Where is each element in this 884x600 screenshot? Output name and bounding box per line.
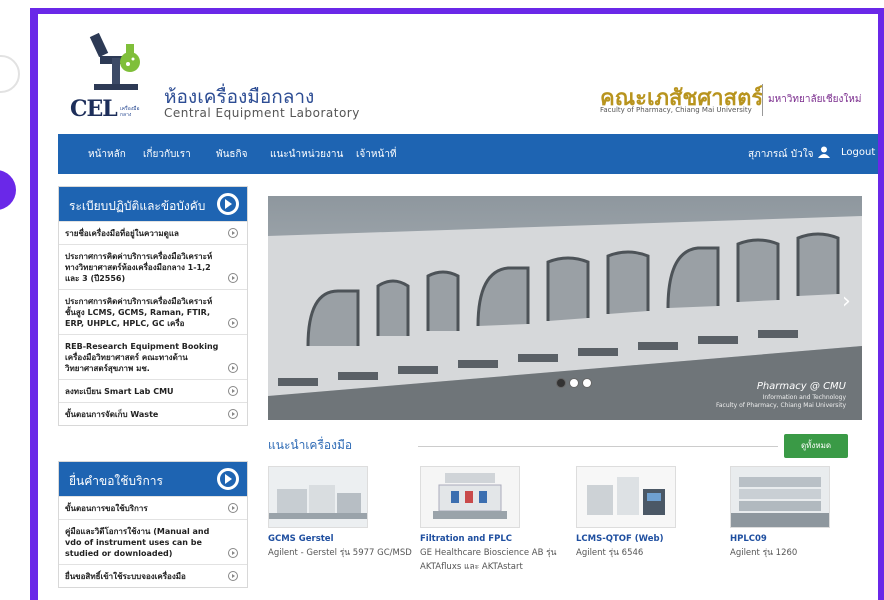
microscope-logo-icon bbox=[89, 32, 140, 90]
chevron-circle-icon bbox=[228, 273, 238, 283]
play-circle-icon[interactable] bbox=[217, 193, 239, 215]
main-content: › Pharmacy @ CMU Information and Technol… bbox=[258, 184, 866, 600]
sidebar-item-reb-booking[interactable]: REB-Research Equipment Booking เครื่องมื… bbox=[59, 334, 247, 379]
university-name: มหาวิทยาลัยเชียงใหม่ bbox=[768, 94, 862, 105]
nav-item-department[interactable]: แนะนำหน่วยงาน bbox=[270, 147, 343, 162]
sidebar-item-label: ลงทะเบียน Smart Lab CMU bbox=[65, 387, 174, 396]
nav-item-staff[interactable]: เจ้าหน้าที่ bbox=[356, 147, 397, 162]
slider-dot[interactable] bbox=[569, 378, 579, 388]
equipment-name[interactable]: LCMS-QTOF (Web) bbox=[576, 534, 726, 544]
sidebar-item-smart-lab[interactable]: ลงทะเบียน Smart Lab CMU bbox=[59, 379, 247, 402]
sidebar-item-label: รายชื่อเครื่องมือที่อยู่ในความดูแล bbox=[65, 229, 179, 238]
chevron-circle-icon bbox=[228, 503, 238, 513]
service-panel: ยื่นคำขอใช้บริการ ขั้นตอนการขอใช้บริการ … bbox=[58, 461, 248, 588]
sidebar-item-advanced-fee[interactable]: ประกาศการคิดค่าบริการเครื่องมือวิเคราะห์… bbox=[59, 289, 247, 334]
slider-dot[interactable] bbox=[556, 378, 566, 388]
chevron-circle-icon bbox=[228, 228, 238, 238]
view-all-button[interactable]: ดูทั้งหมด bbox=[784, 434, 848, 458]
equipment-card[interactable]: Filtration and FPLC GE Healthcare Biosci… bbox=[420, 466, 570, 574]
chevron-circle-icon bbox=[228, 363, 238, 373]
slide-subtitle-line-2: Faculty of Pharmacy, Chiang Mai Universi… bbox=[715, 402, 846, 409]
sidebar-item-label: คู่มือและวิดีโอการใช้งาน (Manual and vdo… bbox=[65, 527, 210, 558]
sidebar-item-equipment-list[interactable]: รายชื่อเครื่องมือที่อยู่ในความดูแล bbox=[59, 221, 247, 244]
equipment-desc: GE Healthcare Bioscience AB รุ่น AKTAflu… bbox=[420, 548, 557, 572]
equipment-card[interactable]: LCMS-QTOF (Web) Agilent รุ่น 6546 bbox=[576, 466, 726, 560]
site-header: CEL เครื่องมือ กลาง ห้องเครื่องมือกลาง C… bbox=[38, 14, 878, 130]
play-circle-icon[interactable] bbox=[217, 468, 239, 490]
equipment-card[interactable]: HPLC09 Agilent รุ่น 1260 bbox=[730, 466, 878, 560]
cel-logo[interactable]: CEL เครื่องมือ กลาง bbox=[70, 28, 162, 126]
equipment-thumbnail[interactable] bbox=[420, 466, 520, 528]
sidebar-item-fee-announcement[interactable]: ประกาศการคิดค่าบริการเครื่องมือวิเคราะห์… bbox=[59, 244, 247, 289]
nav-item-about[interactable]: เกี่ยวกับเรา bbox=[143, 147, 191, 162]
sidebar-item-label: ขั้นตอนการจัดเก็บ Waste bbox=[65, 410, 159, 419]
rules-panel-title: ระเบียบปฏิบัติและข้อบังคับ bbox=[69, 199, 206, 213]
equipment-card[interactable]: GCMS Gerstel Agilent - Gerstel รุ่น 5977… bbox=[268, 466, 418, 560]
sidebar-item-manual[interactable]: คู่มือและวิดีโอการใช้งาน (Manual and vdo… bbox=[59, 519, 247, 564]
logo-text: CEL bbox=[70, 96, 118, 122]
equipment-name[interactable]: HPLC09 bbox=[730, 534, 878, 544]
service-panel-title: ยื่นคำขอใช้บริการ bbox=[69, 474, 163, 488]
user-icon[interactable] bbox=[818, 146, 830, 158]
equipment-name[interactable]: Filtration and FPLC bbox=[420, 534, 570, 544]
equipment-desc: Agilent รุ่น 6546 bbox=[576, 548, 644, 558]
service-panel-header[interactable]: ยื่นคำขอใช้บริการ bbox=[59, 462, 247, 496]
user-name[interactable]: สุภาภรณ์ บัวใจ bbox=[748, 147, 813, 162]
equipment-desc: Agilent รุ่น 1260 bbox=[730, 548, 798, 558]
sidebar-item-request-access[interactable]: ยื่นขอสิทธิ์เข้าใช้ระบบจองเครื่องมือ bbox=[59, 564, 247, 587]
chevron-circle-icon bbox=[228, 571, 238, 581]
faculty-name-english: Faculty of Pharmacy, Chiang Mai Universi… bbox=[600, 106, 752, 114]
sidebar-item-label: ประกาศการคิดค่าบริการเครื่องมือวิเคราะห์… bbox=[65, 252, 213, 283]
slide-subtitle-line-1: Information and Technology bbox=[762, 394, 846, 401]
slider-dot[interactable] bbox=[582, 378, 592, 388]
logout-link[interactable]: Logout bbox=[841, 147, 875, 158]
next-slide-icon: › bbox=[842, 289, 851, 314]
equipment-desc: Agilent - Gerstel รุ่น 5977 GC/MSD bbox=[268, 548, 412, 558]
sidebar-item-waste[interactable]: ขั้นตอนการจัดเก็บ Waste bbox=[59, 402, 247, 425]
equipment-thumbnail[interactable] bbox=[576, 466, 676, 528]
purple-frame: CEL เครื่องมือ กลาง ห้องเครื่องมือกลาง C… bbox=[30, 8, 884, 600]
rules-panel: ระเบียบปฏิบัติและข้อบังคับ รายชื่อเครื่อ… bbox=[58, 186, 248, 426]
decorative-shape bbox=[0, 170, 16, 210]
sidebar-item-label: ยื่นขอสิทธิ์เข้าใช้ระบบจองเครื่องมือ bbox=[65, 572, 186, 581]
equipment-thumbnail[interactable] bbox=[730, 466, 830, 528]
main-navbar: หน้าหลัก เกี่ยวกับเรา พันธกิจ แนะนำหน่วย… bbox=[58, 134, 878, 174]
nav-item-home[interactable]: หน้าหลัก bbox=[88, 147, 126, 162]
rules-panel-header[interactable]: ระเบียบปฏิบัติและข้อบังคับ bbox=[59, 187, 247, 221]
sidebar-item-label: REB-Research Equipment Booking เครื่องมื… bbox=[65, 342, 219, 373]
equipment-thumbnail[interactable] bbox=[268, 466, 368, 528]
slider-dots bbox=[556, 373, 595, 392]
sidebar-item-label: ประกาศการคิดค่าบริการเครื่องมือวิเคราะห์… bbox=[65, 297, 213, 328]
chevron-circle-icon bbox=[228, 548, 238, 558]
equipment-name[interactable]: GCMS Gerstel bbox=[268, 534, 418, 544]
equipment-section-title: แนะนำเครื่องมือ bbox=[268, 438, 353, 452]
nav-item-mission[interactable]: พันธกิจ bbox=[216, 147, 247, 162]
slide-brand: Pharmacy @ CMU bbox=[756, 381, 846, 392]
chevron-circle-icon bbox=[228, 386, 238, 396]
image-slider[interactable]: › Pharmacy @ CMU Information and Technol… bbox=[268, 196, 862, 420]
sidebar-item-label: ขั้นตอนการขอใช้บริการ bbox=[65, 504, 148, 513]
faculty-divider bbox=[762, 84, 763, 116]
decorative-circle bbox=[0, 55, 20, 93]
sidebar-item-service-steps[interactable]: ขั้นตอนการขอใช้บริการ bbox=[59, 496, 247, 519]
logo-small-text: เครื่องมือ กลาง bbox=[120, 106, 140, 118]
site-title-english: Central Equipment Laboratory bbox=[164, 106, 360, 120]
slide-subtitle: Information and Technology Faculty of Ph… bbox=[716, 394, 846, 410]
web-page: CEL เครื่องมือ กลาง ห้องเครื่องมือกลาง C… bbox=[38, 14, 878, 600]
section-divider bbox=[418, 446, 778, 447]
chevron-circle-icon bbox=[228, 409, 238, 419]
chevron-circle-icon bbox=[228, 318, 238, 328]
